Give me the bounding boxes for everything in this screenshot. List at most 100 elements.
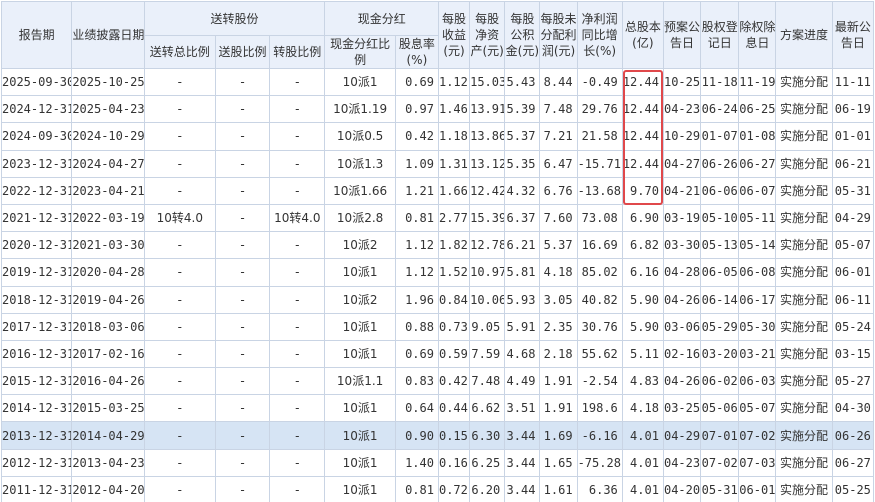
table-cell: 实施分配 [775, 394, 833, 423]
col-bps[interactable]: 每股净资产(元) [469, 1, 506, 69]
table-cell: 04-23 [662, 95, 702, 124]
table-cell: 3.44 [504, 448, 541, 477]
table-cell: 1.52 [437, 258, 471, 287]
col-eps[interactable]: 每股收益(元) [437, 1, 471, 69]
table-cell: 2024-04-27 [71, 149, 145, 178]
table-row[interactable]: 2013-12-31 2014-04-29- - -10派1 0.90 0.15 6.30 3… [1, 421, 874, 450]
table-cell: 01-07 [700, 122, 740, 151]
table-cell: 2022-12-31 [1, 176, 73, 205]
col-profit-growth[interactable]: 净利润同比增长(%) [576, 1, 623, 69]
table-cell: 6.36 [576, 475, 623, 502]
table-cell: 1.12 [394, 258, 439, 287]
col-dividend-yield[interactable]: 股息率(%) [394, 35, 439, 69]
table-cell: 0.42 [437, 367, 471, 396]
col-bonus-ratio[interactable]: 送股比例 [214, 35, 271, 69]
col-total-shares[interactable]: 总股本(亿) [621, 1, 664, 69]
table-cell: 12.78 [469, 231, 506, 260]
table-cell: 0.90 [394, 421, 439, 450]
table-row[interactable]: 2016-12-31 2017-02-16- - -10派1 0.69 0.59 7.59 4… [1, 339, 874, 369]
table-cell: 实施分配 [775, 67, 833, 97]
col-cash-ratio[interactable]: 现金分红比例 [324, 35, 396, 69]
table-row[interactable]: 2017-12-31 2018-03-06- - -10派1 0.88 0.73 9.05 5… [1, 312, 874, 341]
table-cell: 06-05 [700, 258, 740, 287]
table-cell: 2016-04-26 [71, 367, 145, 396]
table-row[interactable]: 2025-09-30 2025-10-25- - -10派1 0.69 1.12 15.03… [1, 67, 874, 97]
col-capital-reserve[interactable]: 每股公积金(元) [504, 1, 541, 69]
table-cell: 2018-03-06 [71, 312, 145, 341]
table-cell: 06-14 [700, 285, 740, 314]
table-cell: - [143, 231, 216, 260]
table-cell: 10派1 [324, 394, 396, 423]
table-row[interactable]: 2022-12-31 2023-04-21- - -10派1.66 1.21 1.66 12… [1, 176, 874, 205]
table-cell: 2019-04-26 [71, 285, 145, 314]
table-cell: - [143, 67, 216, 97]
table-cell: 01-08 [738, 122, 777, 151]
table-row[interactable]: 2015-12-31 2016-04-26- - -10派1.1 0.83 0.42 7.4… [1, 367, 874, 396]
table-cell: 03-30 [662, 231, 702, 260]
table-cell: 1.09 [394, 149, 439, 178]
table-cell: 04-30 [831, 394, 874, 423]
col-report-period[interactable]: 报告期 [1, 1, 73, 69]
table-cell: - [143, 176, 216, 205]
table-row[interactable]: 2023-12-31 2024-04-27- - -10派1.3 1.09 1.31 13.… [1, 149, 874, 178]
table-cell: - [269, 231, 326, 260]
table-row[interactable]: 2024-12-31 2025-04-23- - -10派1.19 0.97 1.46 13… [1, 95, 874, 124]
table-cell: 7.59 [469, 339, 506, 369]
table-cell: 0.97 [394, 95, 439, 124]
table-cell: 1.31 [437, 149, 471, 178]
table-cell: 实施分配 [775, 312, 833, 341]
col-undistributed[interactable]: 每股未分配利润(元) [539, 1, 578, 69]
table-cell: 6.16 [621, 258, 664, 287]
table-row[interactable]: 2018-12-31 2019-04-26- - -10派2 1.96 0.84 10.06… [1, 285, 874, 314]
table-cell: 2017-12-31 [1, 312, 73, 341]
table-cell: - [214, 475, 271, 502]
col-latest-date[interactable]: 最新公告日 [831, 1, 874, 69]
table-cell: 12.44 [621, 122, 664, 151]
table-cell: 0.84 [437, 285, 471, 314]
table-cell: 07-02 [738, 421, 777, 450]
table-row[interactable]: 2014-12-31 2015-03-25- - -10派1 0.64 0.44 6.62 3… [1, 394, 874, 423]
table-cell: 06-07 [738, 176, 777, 205]
col-transfer-ratio[interactable]: 转股比例 [269, 35, 326, 69]
table-cell: 8.44 [539, 67, 578, 97]
table-cell: 30.76 [576, 312, 623, 341]
table-cell: 03-06 [662, 312, 702, 341]
table-cell: - [214, 67, 271, 97]
col-record-date[interactable]: 股权登记日 [700, 1, 740, 69]
table-row[interactable]: 2011-12-31 2012-04-20- - -10派1 0.81 0.72 6.20 3… [1, 475, 874, 502]
table-row[interactable]: 2024-09-30 2024-10-29- - -10派0.5 0.42 1.18 13.… [1, 122, 874, 151]
table-cell: 07-03 [738, 448, 777, 477]
table-cell: - [269, 367, 326, 396]
table-cell: 实施分配 [775, 95, 833, 124]
table-row[interactable]: 2021-12-31 2022-03-19 10转4.0-10转4.0 10派2.8 0… [1, 203, 874, 233]
table-cell: 1.69 [539, 421, 578, 450]
table-cell: 实施分配 [775, 258, 833, 287]
table-cell: 06-03 [738, 367, 777, 396]
col-ex-date[interactable]: 除权除息日 [738, 1, 777, 69]
table-cell: 4.18 [539, 258, 578, 287]
table-cell: 0.73 [437, 312, 471, 341]
table-cell: 2012-04-20 [71, 475, 145, 502]
table-cell: 0.64 [394, 394, 439, 423]
col-total-ratio[interactable]: 送转总比例 [143, 35, 216, 69]
table-cell: - [214, 312, 271, 341]
table-cell: 0.88 [394, 312, 439, 341]
table-cell: 10派2 [324, 285, 396, 314]
col-disclosure-date[interactable]: 业绩披露日期 [71, 1, 145, 69]
table-cell: 0.81 [394, 203, 439, 233]
table-row[interactable]: 2020-12-31 2021-03-30- - -10派2 1.12 1.82 12.78… [1, 231, 874, 260]
table-cell: 5.81 [504, 258, 541, 287]
table-cell: 4.01 [621, 448, 664, 477]
col-plan-date[interactable]: 预案公告日 [662, 1, 702, 69]
table-cell: 04-29 [831, 203, 874, 233]
table-cell: 13.91 [469, 95, 506, 124]
table-cell: - [143, 448, 216, 477]
table-cell: - [269, 421, 326, 450]
table-cell: - [214, 367, 271, 396]
table-cell: 实施分配 [775, 149, 833, 178]
table-cell: 10.06 [469, 285, 506, 314]
col-progress[interactable]: 方案进度 [775, 1, 833, 69]
table-row[interactable]: 2012-12-31 2013-04-23- - -10派1 1.40 0.16 6.25 3… [1, 448, 874, 477]
table-row[interactable]: 2019-12-31 2020-04-28- - -10派1 1.12 1.52 10.97… [1, 258, 874, 287]
table-cell: 2018-12-31 [1, 285, 73, 314]
